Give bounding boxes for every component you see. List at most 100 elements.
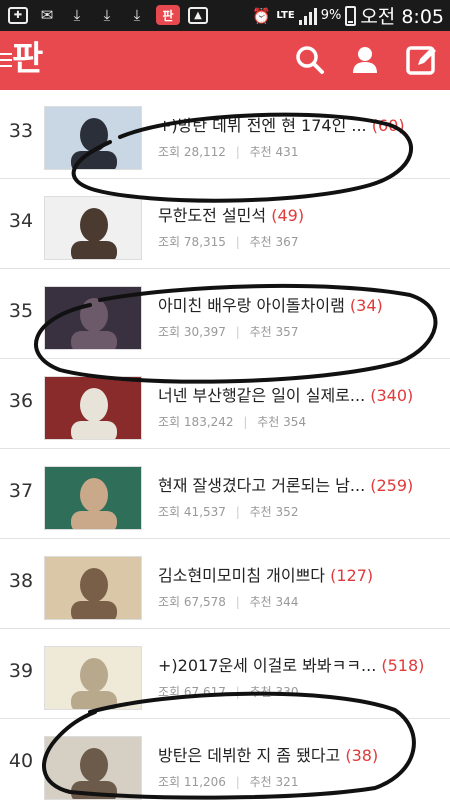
- post-title[interactable]: 방탄은 데뷔한 지 좀 됐다고 (38): [158, 742, 440, 766]
- thumbnail-image[interactable]: [44, 466, 142, 530]
- views-label: 조회: [158, 325, 181, 339]
- post-title[interactable]: 현재 잘생겼다고 거론되는 남... (259): [158, 472, 440, 496]
- meta-divider: |: [235, 235, 240, 249]
- battery-icon: [345, 5, 357, 26]
- meta-divider: |: [235, 685, 240, 699]
- post-meta: 조회 30,397 | 추천 357: [158, 323, 298, 340]
- write-icon[interactable]: [405, 43, 439, 77]
- views-label: 조회: [158, 685, 181, 699]
- post-meta: 조회 67,578 | 추천 344: [158, 593, 298, 610]
- signal-icon: [298, 7, 317, 25]
- download-icon: ⤓: [103, 6, 111, 24]
- post-meta: 조회 28,112 | 추천 431: [158, 143, 298, 160]
- rank-number: 36: [8, 390, 34, 412]
- rank-number: 39: [8, 660, 34, 682]
- rank-number: 38: [8, 570, 34, 592]
- post-title-text: 너넨 부산행같은 일이 실제로...: [158, 386, 366, 405]
- thumbnail-image[interactable]: [44, 106, 142, 170]
- likes-count: 321: [275, 775, 299, 789]
- post-title[interactable]: 김소현미모미침 개이쁘다 (127): [158, 562, 440, 586]
- download-icon: ⤓: [73, 6, 81, 24]
- battery-percent: 9%: [320, 8, 342, 23]
- likes-count: 431: [275, 145, 299, 159]
- views-label: 조회: [158, 505, 181, 519]
- meta-divider: |: [235, 775, 240, 789]
- thumbnail-image[interactable]: [44, 286, 142, 350]
- post-title-text: +)2017운세 이걸로 봐봐ㅋㅋ...: [158, 656, 377, 675]
- views-count: 78,315: [183, 235, 226, 249]
- views-label: 조회: [158, 235, 181, 249]
- post-title-text: 현재 잘생겼다고 거론되는 남...: [158, 476, 366, 495]
- likes-label: 추천: [257, 415, 280, 429]
- thumbnail-image[interactable]: [44, 556, 142, 620]
- post-title[interactable]: 무한도전 설민석 (49): [158, 202, 440, 226]
- post-title[interactable]: +)방탄 데뷔 전엔 현 174인 ... (60): [158, 112, 440, 136]
- comment-count: (518): [381, 656, 425, 675]
- plus-icon: ✚: [8, 6, 28, 24]
- rank-number: 35: [8, 300, 34, 322]
- likes-label: 추천: [249, 235, 272, 249]
- likes-label: 추천: [249, 145, 272, 159]
- rank-number: 34: [8, 210, 34, 232]
- likes-count: 357: [275, 325, 299, 339]
- post-meta: 조회 67,617 | 추천 330: [158, 683, 298, 700]
- post-meta: 조회 11,206 | 추천 321: [158, 773, 298, 790]
- user-icon[interactable]: [348, 43, 382, 77]
- meta-divider: |: [235, 325, 240, 339]
- post-title-text: 아미친 배우랑 아이돌차이램: [158, 296, 345, 315]
- meta-divider: |: [243, 415, 248, 429]
- likes-label: 추천: [249, 685, 272, 699]
- post-title-text: 무한도전 설민석: [158, 206, 267, 225]
- list-item[interactable]: 40 방탄은 데뷔한 지 좀 됐다고 (38) 조회 11,206 | 추천 3…: [0, 720, 450, 800]
- thumbnail-image[interactable]: [44, 646, 142, 710]
- list-item[interactable]: 33 +)방탄 데뷔 전엔 현 174인 ... (60) 조회 28,112 …: [0, 90, 450, 179]
- list-item[interactable]: 37 현재 잘생겼다고 거론되는 남... (259) 조회 41,537 | …: [0, 450, 450, 539]
- search-icon[interactable]: [293, 43, 327, 77]
- views-label: 조회: [158, 775, 181, 789]
- rank-number: 40: [8, 750, 34, 772]
- list-item[interactable]: 39 +)2017운세 이걸로 봐봐ㅋㅋ... (518) 조회 67,617 …: [0, 630, 450, 719]
- pann-app-icon: 판: [156, 5, 180, 25]
- download-icon: ⤓: [133, 6, 141, 24]
- post-meta: 조회 183,242 | 추천 354: [158, 413, 306, 430]
- mail-icon: ✉: [40, 6, 54, 24]
- views-label: 조회: [158, 415, 181, 429]
- alarm-icon: ⏰: [251, 6, 271, 25]
- likes-label: 추천: [249, 775, 272, 789]
- image-icon: ▲: [188, 6, 208, 24]
- post-title-text: +)방탄 데뷔 전엔 현 174인 ...: [158, 116, 367, 135]
- views-count: 28,112: [183, 145, 226, 159]
- rank-number: 37: [8, 480, 34, 502]
- comment-count: (340): [370, 386, 414, 405]
- list-item[interactable]: 35 아미친 배우랑 아이돌차이램 (34) 조회 30,397 | 추천 35…: [0, 270, 450, 359]
- post-meta: 조회 78,315 | 추천 367: [158, 233, 298, 250]
- ranking-list: 33 +)방탄 데뷔 전엔 현 174인 ... (60) 조회 28,112 …: [0, 90, 450, 800]
- comment-count: (60): [371, 116, 405, 135]
- likes-count: 354: [283, 415, 307, 429]
- likes-count: 330: [275, 685, 299, 699]
- comment-count: (127): [330, 566, 374, 585]
- post-title[interactable]: +)2017운세 이걸로 봐봐ㅋㅋ... (518): [158, 652, 440, 676]
- menu-icon[interactable]: [0, 53, 12, 71]
- meta-divider: |: [235, 595, 240, 609]
- list-item[interactable]: 34 무한도전 설민석 (49) 조회 78,315 | 추천 367: [0, 180, 450, 269]
- views-count: 41,537: [183, 505, 226, 519]
- post-meta: 조회 41,537 | 추천 352: [158, 503, 298, 520]
- views-count: 30,397: [183, 325, 226, 339]
- thumbnail-image[interactable]: [44, 736, 142, 800]
- views-label: 조회: [158, 145, 181, 159]
- list-item[interactable]: 38 김소현미모미침 개이쁘다 (127) 조회 67,578 | 추천 344: [0, 540, 450, 629]
- views-count: 183,242: [183, 415, 234, 429]
- likes-label: 추천: [249, 595, 272, 609]
- comment-count: (38): [345, 746, 379, 765]
- app-logo[interactable]: 판: [12, 39, 56, 79]
- list-item[interactable]: 36 너넨 부산행같은 일이 실제로... (340) 조회 183,242 |…: [0, 360, 450, 449]
- post-title[interactable]: 아미친 배우랑 아이돌차이램 (34): [158, 292, 440, 316]
- likes-count: 344: [275, 595, 299, 609]
- post-title[interactable]: 너넨 부산행같은 일이 실제로... (340): [158, 382, 440, 406]
- status-bar: ✚ ✉ ⤓ ⤓ ⤓ 판 ▲ ⏰ LTE 9% 오전 8:05: [0, 0, 450, 31]
- thumbnail-image[interactable]: [44, 196, 142, 260]
- meta-divider: |: [235, 145, 240, 159]
- views-label: 조회: [158, 595, 181, 609]
- thumbnail-image[interactable]: [44, 376, 142, 440]
